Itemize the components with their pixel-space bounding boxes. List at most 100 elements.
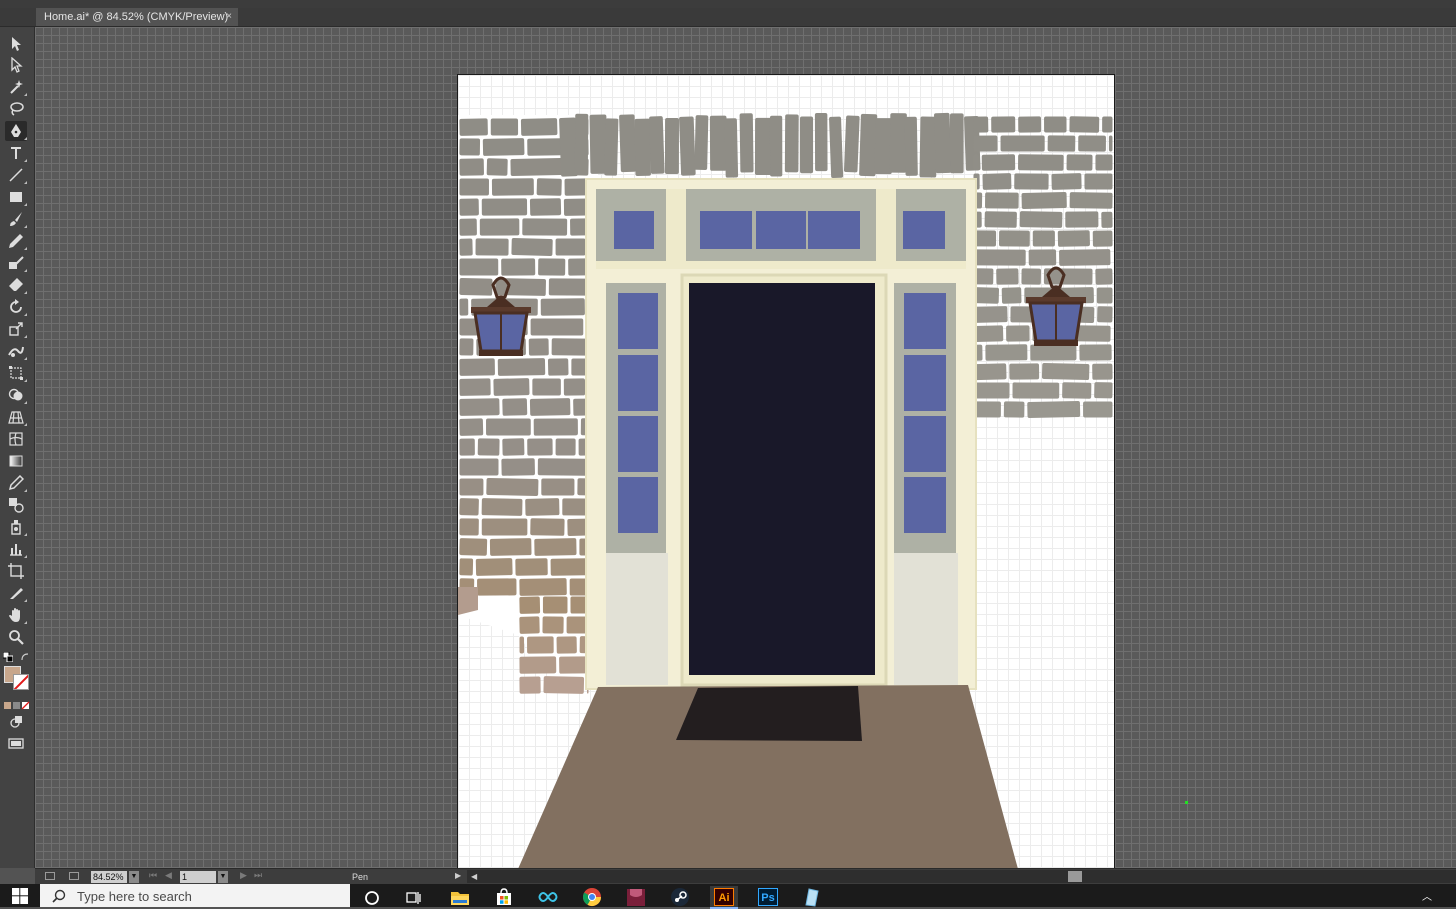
stone [497,358,546,376]
stroke-swatch-none[interactable] [13,674,29,690]
stone [604,118,619,176]
zoom-level-field[interactable]: 84.52% [91,871,127,883]
eyedropper-tool-icon[interactable] [5,473,27,493]
chevron-up-icon[interactable]: ︿ [1422,888,1432,903]
stone [981,154,1016,171]
stone [1012,382,1060,399]
doormat [676,686,862,741]
pen-tool-icon[interactable] [5,121,27,141]
infinity-app-icon[interactable] [534,886,562,907]
document-tab-bar: Home.ai* @ 84.52% (CMYK/Preview) × [0,8,1456,27]
last-artboard-arrow[interactable]: ⏭ [254,870,262,881]
scale-tool-icon[interactable] [5,319,27,339]
glass-pane [904,416,946,472]
artboard-nav-icon[interactable] [45,872,55,880]
chrome-icon[interactable] [578,886,606,907]
shaper-tool-icon[interactable] [5,253,27,273]
lasso-tool-icon[interactable] [5,99,27,119]
store-icon[interactable] [490,886,518,907]
stone [619,114,637,173]
line-segment-tool-icon[interactable] [5,165,27,185]
stone [724,118,739,178]
stone [664,117,680,175]
file-explorer-icon[interactable] [446,886,474,907]
artboard-number-field[interactable]: 1 [180,871,216,883]
swap-colors-icon[interactable] [20,649,30,667]
stone [799,116,814,174]
zoom-tool-icon[interactable] [5,627,27,647]
artboard[interactable] [457,74,1115,868]
stone [547,358,569,376]
stone [904,116,918,176]
paintbrush-tool-icon[interactable] [5,209,27,229]
stone [1108,135,1113,152]
stone [459,218,477,236]
notes-app-icon[interactable] [798,886,826,907]
windows-start-icon[interactable] [0,884,40,907]
rectangle-tool-icon[interactable] [5,187,27,207]
close-icon[interactable]: × [226,8,232,26]
symbol-sprayer-tool-icon[interactable] [5,517,27,537]
zoom-dropdown-arrow[interactable]: ▼ [129,871,139,883]
document-tab[interactable]: Home.ai* @ 84.52% (CMYK/Preview) × [36,8,238,26]
scroll-left-arrow[interactable]: ◀ [471,870,477,883]
photoshop-icon[interactable]: Ps [754,886,782,907]
stone-wall-top [559,112,981,179]
artwork-front-door[interactable] [458,75,1114,868]
next-artboard-arrow[interactable]: ▶ [240,870,247,881]
rotate-tool-icon[interactable] [5,297,27,317]
shape-builder-tool-icon[interactable] [5,385,27,405]
magic-wand-tool-icon[interactable] [5,77,27,97]
previous-artboard-arrow[interactable]: ◀ [165,870,172,881]
scrollbar-thumb[interactable] [1068,871,1082,882]
status-menu-arrow[interactable]: ▶ [455,871,461,880]
artboard-tool-icon[interactable] [5,561,27,581]
glass-pane [756,211,806,249]
stone [495,278,546,296]
stone [475,238,509,256]
draw-mode-icon[interactable] [5,712,27,732]
horizontal-scrollbar[interactable]: ◀ [467,870,1456,883]
blend-tool-icon[interactable] [5,495,27,515]
taskbar-search-input[interactable]: Type here to search [40,884,350,907]
slice-tool-icon[interactable] [5,583,27,603]
stone [973,154,979,171]
column-graph-tool-icon[interactable] [5,539,27,559]
cortana-icon[interactable] [358,886,386,907]
stone [973,382,1010,399]
mesh-tool-icon[interactable] [5,429,27,449]
free-transform-tool-icon[interactable] [5,363,27,383]
stone [1102,116,1113,133]
default-colors-icon[interactable] [2,649,14,667]
gradient-tool-icon[interactable] [5,451,27,471]
type-tool-icon[interactable] [5,143,27,163]
first-artboard-arrow[interactable]: ⏮ [149,870,157,881]
stone [1041,362,1090,381]
stone [973,116,989,133]
stone [1028,249,1057,266]
artboard-dropdown-arrow[interactable]: ▼ [218,871,228,883]
stone [555,438,576,456]
stone [739,113,754,173]
stone [1014,173,1049,190]
screen-mode-icon[interactable] [5,734,27,754]
direct-selection-tool-icon[interactable] [5,55,27,75]
warp-tool-icon[interactable] [5,341,27,361]
steam-icon[interactable] [666,886,694,907]
stone [559,656,589,674]
canvas-area[interactable] [35,27,1456,868]
share-icon[interactable] [69,872,79,880]
hand-tool-icon[interactable] [5,605,27,625]
stone [477,578,517,596]
task-view-icon[interactable] [400,886,428,907]
pencil-tool-icon[interactable] [5,231,27,251]
app-icon-maroon[interactable] [622,886,650,907]
stone [538,258,566,276]
glass-pane [904,293,946,349]
eraser-tool-icon[interactable] [5,275,27,295]
perspective-grid-tool-icon[interactable] [5,407,27,427]
selection-tool-icon[interactable] [5,34,27,54]
stone [1003,401,1025,418]
stone [1079,344,1112,361]
illustrator-icon[interactable]: Ai [710,886,738,909]
